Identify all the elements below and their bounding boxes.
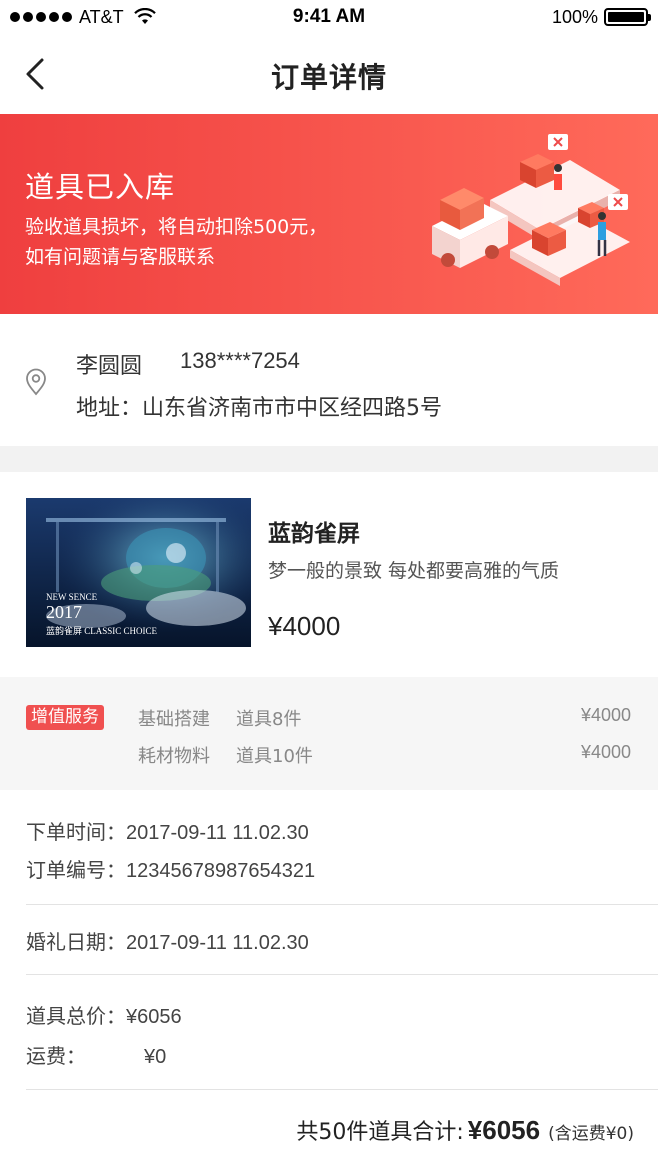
order-time-label: 下单时间： [26, 820, 126, 844]
divider [26, 974, 658, 975]
product-image: NEW SENCE 2017 蓝韵雀屏 CLASSIC CHOICE [26, 498, 251, 647]
service-name: 耗材物料 [138, 746, 210, 767]
image-caption-top: NEW SENCE [46, 592, 98, 602]
status-bar: AT&T 9:41 AM 100% [0, 0, 658, 36]
shipping-row: 运费： ¥0 [26, 1040, 166, 1069]
recipient-phone: 138****7254 [180, 348, 300, 373]
product-name: 蓝韵雀屏 [268, 521, 360, 547]
banner-title: 道具已入库 [25, 170, 176, 204]
summary-total: ¥6056 [467, 1115, 541, 1145]
banner-notice-line1: 验收道具损坏，将自动扣除500元， [25, 216, 328, 238]
shipping-value: ¥0 [144, 1046, 167, 1068]
order-time-row: 下单时间：2017-09-11 11.02.30 [26, 816, 309, 845]
value-added-services: 增值服务 基础搭建 道具8件 ¥4000 耗材物料 道具10件 ¥4000 [0, 677, 658, 790]
wedding-date-row: 婚礼日期：2017-09-11 11.02.30 [26, 926, 309, 955]
image-year: 2017 [46, 602, 82, 622]
battery-icon [604, 8, 651, 26]
total-price-row: 道具总价：¥6056 [26, 1000, 182, 1029]
divider [26, 1089, 658, 1090]
total-price-value: ¥6056 [126, 1006, 182, 1028]
order-number-row: 订单编号：12345678987654321 [26, 854, 315, 883]
order-number-value: 12345678987654321 [126, 860, 316, 882]
location-pin-icon [26, 368, 46, 396]
summary-shipping-note: (含运费¥0) [548, 1124, 634, 1144]
page-title: 订单详情 [270, 61, 387, 94]
total-price-label: 道具总价： [26, 1004, 126, 1028]
warehouse-illustration [432, 134, 630, 286]
order-number-label: 订单编号： [26, 858, 126, 882]
nav-bar: 订单详情 [0, 36, 658, 114]
banner-notice-line2: 如有问题请与客服联系 [25, 246, 216, 268]
wedding-date-label: 婚礼日期： [26, 930, 126, 954]
service-price: ¥4000 [580, 705, 631, 725]
recipient-name: 李圆圆 [76, 354, 143, 379]
status-right: 100% [551, 6, 651, 28]
divider [26, 904, 658, 905]
service-tag: 增值服务 [26, 705, 104, 730]
order-time-value: 2017-09-11 11.02.30 [126, 822, 309, 844]
product-price: ¥4000 [268, 611, 341, 641]
order-summary: 共50件道具合计: ¥6056 (含运费¥0) [296, 1114, 634, 1146]
status-banner: 道具已入库 验收道具损坏，将自动扣除500元， 如有问题请与客服联系 [0, 114, 658, 314]
recipient-address: 地址：山东省济南市市中区经四路5号 [76, 396, 442, 421]
delivery-address[interactable]: 李圆圆 138****7254 地址：山东省济南市市中区经四路5号 [0, 314, 658, 446]
battery-percent: 100% [551, 6, 598, 27]
summary-label: 共50件道具合计: [296, 1120, 464, 1145]
service-price: ¥4000 [580, 742, 631, 762]
service-quantity: 道具10件 [236, 746, 313, 767]
service-quantity: 道具8件 [236, 709, 302, 730]
wedding-date-value: 2017-09-11 11.02.30 [126, 932, 309, 954]
product-card[interactable]: NEW SENCE 2017 蓝韵雀屏 CLASSIC CHOICE 蓝韵雀屏 … [0, 472, 658, 677]
product-description: 梦一般的景致 每处都要高雅的气质 [268, 560, 560, 582]
section-divider [0, 446, 658, 472]
shipping-label: 运费： [26, 1044, 86, 1068]
service-name: 基础搭建 [138, 709, 210, 730]
image-caption-bottom: 蓝韵雀屏 CLASSIC CHOICE [46, 626, 158, 636]
